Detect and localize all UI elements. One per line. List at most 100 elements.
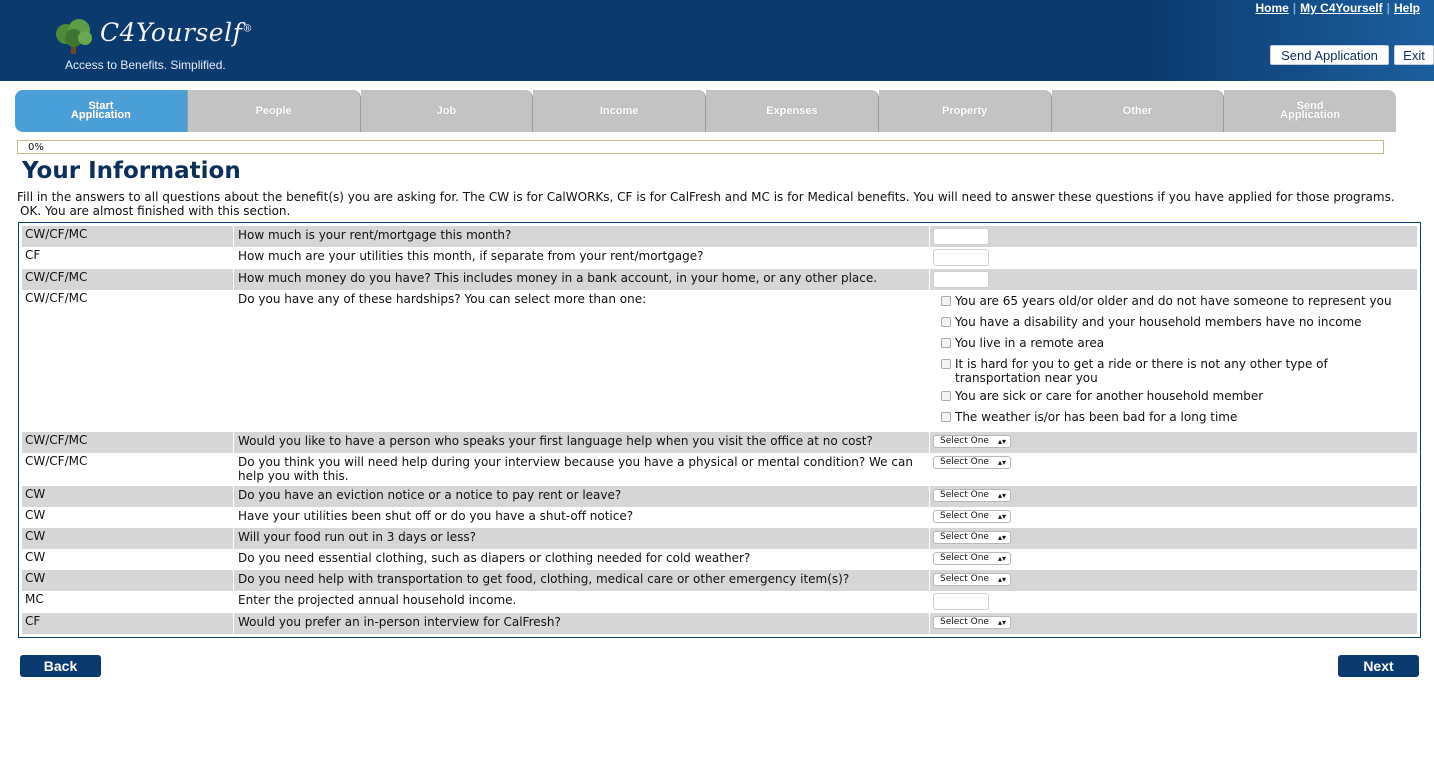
utilities-amount-input[interactable] [933, 249, 989, 266]
program-cell: CW/CF/MC [25, 433, 88, 447]
next-button[interactable]: Next [1338, 655, 1419, 677]
clothing-select[interactable]: Select One ▴▾ [933, 552, 1011, 565]
answer-cell: Select One ▴▾ [930, 549, 1417, 567]
table-row: CW/CF/MC Do you think you will need help… [22, 453, 1417, 486]
checkbox[interactable] [941, 391, 951, 401]
question-cell: How much is your rent/mortgage this mont… [233, 226, 930, 247]
brand-name: C4Yourself® [100, 18, 253, 47]
program-cell: CW [25, 487, 46, 501]
hardship-option[interactable]: It is hard for you to get a ride or ther… [941, 357, 1414, 385]
hardship-label: You have a disability and your household… [955, 315, 1362, 329]
progress-label: 0% [28, 142, 44, 153]
updown-arrow-icon: ▴▾ [997, 554, 1006, 563]
tab-income[interactable]: Income [533, 90, 706, 132]
question-cell: Will your food run out in 3 days or less… [233, 528, 930, 549]
hardship-label: The weather is/or has been bad for a lon… [955, 410, 1238, 424]
exit-button[interactable]: Exit [1394, 45, 1434, 65]
updown-arrow-icon: ▴▾ [997, 437, 1006, 446]
hardship-option[interactable]: The weather is/or has been bad for a lon… [941, 410, 1414, 424]
question-cell: How much are your utilities this month, … [233, 247, 930, 269]
table-row: CW/CF/MC How much is your rent/mortgage … [22, 226, 1417, 247]
updown-arrow-icon: ▴▾ [997, 575, 1006, 584]
status-text: OK. You are almost finished with this se… [20, 204, 291, 218]
transportation-select[interactable]: Select One ▴▾ [933, 573, 1011, 586]
question-cell: Enter the projected annual household inc… [233, 591, 930, 613]
updown-arrow-icon: ▴▾ [997, 458, 1006, 467]
table-row: CW Do you have an eviction notice or a n… [22, 486, 1417, 507]
hardship-label: You live in a remote area [955, 336, 1105, 350]
step-tabs: Start Application People Job Income Expen… [15, 90, 1396, 132]
hardship-option[interactable]: You are sick or care for another househo… [941, 389, 1414, 403]
tab-property[interactable]: Property [878, 90, 1052, 132]
answer-cell: Select One ▴▾ [930, 486, 1417, 504]
hardship-label: You are 65 years old/or older and do not… [955, 294, 1392, 308]
program-cell: CW/CF/MC [25, 270, 88, 284]
home-link[interactable]: Home [1255, 1, 1288, 15]
hardship-option[interactable]: You have a disability and your household… [941, 315, 1414, 329]
question-cell: Do you have an eviction notice or a noti… [233, 486, 930, 507]
question-cell: Do you think you will need help during y… [233, 453, 930, 486]
table-row: CW/CF/MC How much money do you have? Thi… [22, 269, 1417, 290]
language-help-select[interactable]: Select One ▴▾ [933, 435, 1011, 448]
table-row: CW Do you need help with transportation … [22, 570, 1417, 591]
my-c4yourself-link[interactable]: My C4Yourself [1300, 1, 1382, 15]
program-cell: CF [25, 248, 41, 262]
utilities-shutoff-select[interactable]: Select One ▴▾ [933, 510, 1011, 523]
checkbox[interactable] [941, 359, 951, 369]
program-cell: CF [25, 614, 41, 628]
tab-expenses[interactable]: Expenses [706, 90, 879, 132]
program-cell: CW [25, 550, 46, 564]
page-title: Your Information [22, 158, 241, 184]
answer-cell: Select One ▴▾ [930, 528, 1417, 546]
tagline: Access to Benefits. Simplified. [65, 58, 226, 72]
checkbox[interactable] [941, 412, 951, 422]
updown-arrow-icon: ▴▾ [997, 491, 1006, 500]
tab-people[interactable]: People [187, 90, 361, 132]
eviction-notice-select[interactable]: Select One ▴▾ [933, 489, 1011, 502]
question-cell: Do you have any of these hardships? You … [233, 290, 930, 432]
send-application-button[interactable]: Send Application [1270, 45, 1389, 65]
tab-start-application[interactable]: Start Application [15, 90, 188, 132]
table-row: CW/CF/MC Would you like to have a person… [22, 432, 1417, 453]
rent-amount-input[interactable] [933, 228, 989, 245]
help-link[interactable]: Help [1394, 1, 1420, 15]
checkbox[interactable] [941, 317, 951, 327]
table-row: CF How much are your utilities this mont… [22, 247, 1417, 269]
updown-arrow-icon: ▴▾ [997, 533, 1006, 542]
back-button[interactable]: Back [20, 655, 101, 677]
table-row: MC Enter the projected annual household … [22, 591, 1417, 613]
question-cell: Do you need help with transportation to … [233, 570, 930, 591]
question-cell: Have your utilities been shut off or do … [233, 507, 930, 528]
answer-cell: Select One ▴▾ [930, 613, 1417, 631]
tab-send-application[interactable]: Send Application [1224, 90, 1396, 132]
hardship-option[interactable]: You live in a remote area [941, 336, 1414, 350]
program-cell: CW/CF/MC [25, 454, 88, 468]
hardship-option[interactable]: You are 65 years old/or older and do not… [941, 294, 1414, 308]
money-amount-input[interactable] [933, 271, 989, 288]
in-person-interview-select[interactable]: Select One ▴▾ [933, 616, 1011, 629]
tab-job[interactable]: Job [360, 90, 534, 132]
updown-arrow-icon: ▴▾ [997, 512, 1006, 521]
intro-text: Fill in the answers to all questions abo… [17, 190, 1395, 204]
program-cell: CW/CF/MC [25, 227, 88, 241]
answer-cell: Select One ▴▾ [930, 570, 1417, 588]
answer-cell: You are 65 years old/or older and do not… [930, 290, 1417, 433]
tab-other[interactable]: Other [1051, 90, 1225, 132]
table-row: CF Would you prefer an in-person intervi… [22, 613, 1417, 634]
program-cell: CW [25, 571, 46, 585]
hardship-list: You are 65 years old/or older and do not… [933, 292, 1414, 424]
checkbox[interactable] [941, 338, 951, 348]
updown-arrow-icon: ▴▾ [997, 618, 1006, 627]
table-row: CW Do you need essential clothing, such … [22, 549, 1417, 570]
tree-logo-icon [56, 19, 92, 54]
answer-cell [930, 269, 1417, 290]
checkbox[interactable] [941, 296, 951, 306]
answer-cell: Select One ▴▾ [930, 453, 1417, 471]
answer-cell: Select One ▴▾ [930, 432, 1417, 450]
interview-help-select[interactable]: Select One ▴▾ [933, 456, 1011, 469]
table-row: CW Will your food run out in 3 days or l… [22, 528, 1417, 549]
answer-cell [930, 247, 1417, 268]
question-cell: How much money do you have? This include… [233, 269, 930, 290]
annual-income-input[interactable] [933, 593, 989, 610]
food-runout-select[interactable]: Select One ▴▾ [933, 531, 1011, 544]
